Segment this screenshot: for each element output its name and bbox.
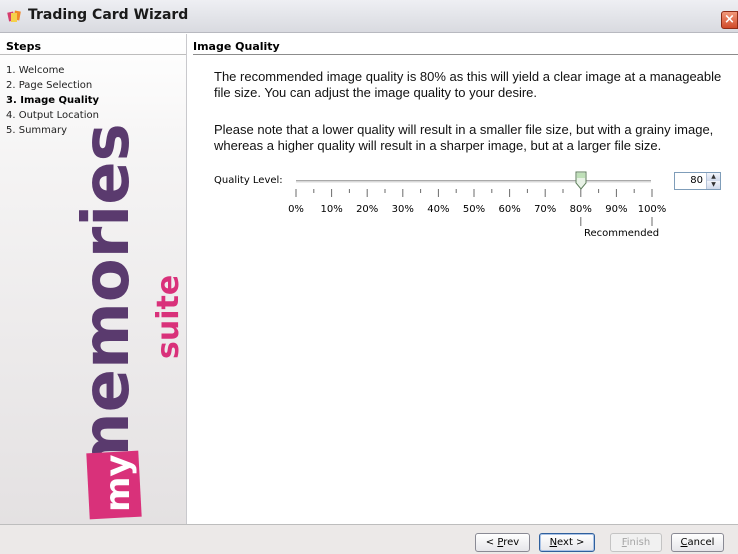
- spinner-buttons: ▲ ▼: [706, 173, 720, 189]
- slider-tick-label: 50%: [462, 204, 486, 215]
- slider-tick-label: 20%: [356, 204, 379, 215]
- prev-button-prefix: <: [485, 537, 498, 548]
- quality-note-text: Please note that a lower quality will re…: [214, 122, 714, 153]
- wizard-footer: < Prev Next > Finish Cancel: [0, 524, 738, 554]
- slider-tick-label: 10%: [320, 204, 343, 215]
- window-title: Trading Card Wizard: [28, 7, 189, 23]
- next-button-label: ext >: [557, 537, 585, 548]
- slider-tick-label: 60%: [498, 204, 521, 215]
- slider-tick-label: 80%: [569, 204, 592, 215]
- quality-value-field[interactable]: 80: [675, 173, 706, 189]
- step-item-image-quality: 3. Image Quality: [6, 95, 100, 106]
- prev-button[interactable]: < Prev: [475, 533, 530, 552]
- step-item-summary: 5. Summary: [6, 125, 68, 136]
- slider-tick-label: 90%: [605, 204, 628, 215]
- logo-suite-text: suite: [151, 275, 186, 359]
- prev-button-label: rev: [503, 537, 520, 548]
- app-icon: [7, 10, 21, 22]
- spinner-up-icon[interactable]: ▲: [707, 173, 720, 181]
- quality-slider-thumb[interactable]: [575, 171, 587, 190]
- logo-memories-text: memories: [70, 123, 144, 479]
- steps-sidebar: memories suite my Steps 1. Welcome 2. Pa…: [0, 34, 187, 524]
- cancel-button-label: ancel: [687, 537, 715, 548]
- slider-tick-label: 40%: [427, 204, 450, 215]
- next-button-mnemonic: N: [549, 537, 558, 548]
- recommended-label: Recommended: [584, 228, 660, 239]
- logo-my-text: my: [98, 454, 138, 512]
- step-item-page-selection: 2. Page Selection: [6, 80, 93, 91]
- slider-tick-label: 0%: [288, 204, 304, 215]
- cancel-button[interactable]: Cancel: [671, 533, 724, 552]
- quality-level-label: Quality Level:: [214, 175, 283, 186]
- slider-tick-label: 100%: [637, 204, 667, 215]
- slider-tick-label: 70%: [534, 204, 557, 215]
- title-bar: Trading Card Wizard ×: [0, 0, 738, 33]
- finish-button-label: inish: [626, 537, 651, 548]
- steps-list: 1. Welcome 2. Page Selection 3. Image Qu…: [6, 65, 99, 140]
- quality-spinner[interactable]: 80 ▲ ▼: [674, 172, 721, 190]
- slider-tick-label: 30%: [391, 204, 414, 215]
- close-button[interactable]: ×: [721, 11, 738, 29]
- step-item-output-location: 4. Output Location: [6, 110, 99, 121]
- quality-slider-track[interactable]: [296, 180, 651, 183]
- next-button[interactable]: Next >: [539, 533, 595, 552]
- recommendation-text: The recommended image quality is 80% as …: [214, 69, 722, 100]
- cancel-button-mnemonic: C: [680, 537, 688, 548]
- spinner-down-icon[interactable]: ▼: [707, 181, 720, 189]
- step-item-welcome: 1. Welcome: [6, 65, 65, 76]
- finish-button[interactable]: Finish: [610, 533, 662, 552]
- steps-header: Steps: [0, 34, 186, 55]
- page-title: Image Quality: [193, 34, 738, 55]
